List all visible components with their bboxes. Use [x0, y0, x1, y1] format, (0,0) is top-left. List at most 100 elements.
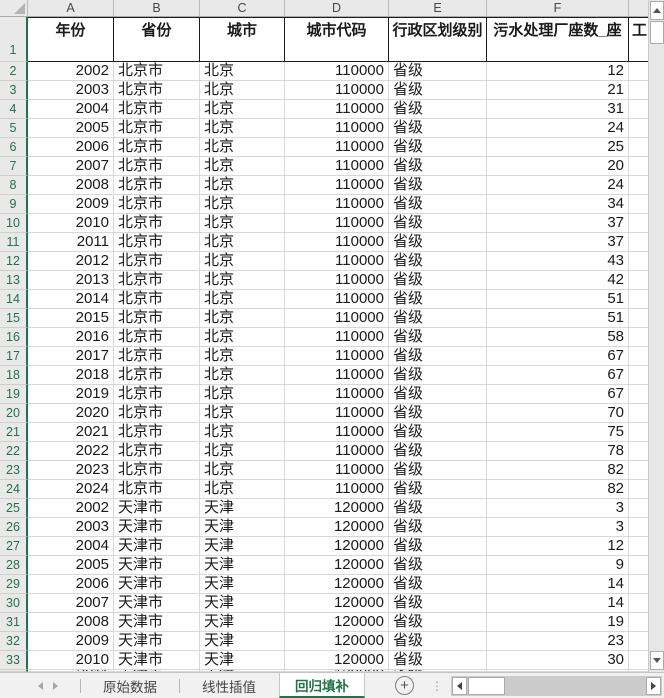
cell-province[interactable]: 北京市 — [114, 271, 200, 290]
cell-city[interactable]: 天津 — [200, 556, 285, 575]
cell-admlevel[interactable]: 省级 — [389, 632, 487, 651]
cell-partial[interactable] — [629, 499, 648, 518]
row-number[interactable]: 4 — [0, 100, 28, 119]
cell-province[interactable]: 北京市 — [114, 62, 200, 81]
horizontal-scrollbar[interactable] — [451, 675, 662, 696]
cell-partial[interactable] — [629, 670, 648, 672]
cell-admlevel[interactable]: 省级 — [389, 309, 487, 328]
cell-partial[interactable] — [629, 442, 648, 461]
cell-city[interactable]: 北京 — [200, 366, 285, 385]
cell-admlevel[interactable]: 省级 — [389, 461, 487, 480]
cell-city[interactable]: 天津 — [200, 594, 285, 613]
cell-province[interactable]: 北京市 — [114, 233, 200, 252]
column-header-g-partial[interactable] — [629, 0, 648, 16]
cell-city[interactable]: 北京 — [200, 423, 285, 442]
row-number[interactable]: 3 — [0, 81, 28, 100]
cell-citycode[interactable]: 120000 — [285, 499, 389, 518]
add-sheet-button[interactable]: + — [395, 676, 414, 695]
cell-plants[interactable]: 51 — [487, 290, 629, 309]
row-number[interactable]: 19 — [0, 385, 28, 404]
cell-plants[interactable]: 70 — [487, 404, 629, 423]
cell-plants[interactable]: 42 — [487, 271, 629, 290]
cell-city[interactable]: 北京 — [200, 480, 285, 499]
cell-year[interactable]: 2011 — [28, 670, 114, 672]
cell-partial[interactable] — [629, 81, 648, 100]
cell-year[interactable]: 2007 — [28, 594, 114, 613]
cell-plants[interactable]: 58 — [487, 328, 629, 347]
cell-province[interactable]: 北京市 — [114, 195, 200, 214]
row-number[interactable]: 29 — [0, 575, 28, 594]
cell-city[interactable]: 天津 — [200, 575, 285, 594]
row-number[interactable]: 17 — [0, 347, 28, 366]
cell-plants[interactable]: 3 — [487, 499, 629, 518]
cell-plants[interactable]: 12 — [487, 537, 629, 556]
cell-admlevel[interactable]: 省级 — [389, 138, 487, 157]
cell-plants[interactable]: 34 — [487, 195, 629, 214]
cell-citycode[interactable]: 110000 — [285, 480, 389, 499]
cell-plants[interactable]: 3 — [487, 518, 629, 537]
cell-plants[interactable]: 9 — [487, 556, 629, 575]
row-number[interactable]: 11 — [0, 233, 28, 252]
cell-admlevel[interactable]: 省级 — [389, 233, 487, 252]
cell-citycode[interactable]: 110000 — [285, 347, 389, 366]
cell-admlevel[interactable]: 省级 — [389, 442, 487, 461]
cell-city[interactable]: 北京 — [200, 347, 285, 366]
cell-citycode[interactable]: 110000 — [285, 461, 389, 480]
cell-city[interactable]: 北京 — [200, 328, 285, 347]
row-number[interactable]: 9 — [0, 195, 28, 214]
cell-province[interactable]: 北京市 — [114, 214, 200, 233]
row-number[interactable]: 12 — [0, 252, 28, 271]
cell-year[interactable]: 2015 — [28, 309, 114, 328]
cell-admlevel[interactable]: 省级 — [389, 176, 487, 195]
cell-plants[interactable]: 78 — [487, 442, 629, 461]
cell-year[interactable]: 2014 — [28, 290, 114, 309]
sheet-tab-linear-interpolation[interactable]: 线性插值 — [189, 673, 269, 698]
cell-year[interactable]: 2006 — [28, 575, 114, 594]
cell-year[interactable]: 2012 — [28, 252, 114, 271]
row-number[interactable]: 32 — [0, 632, 28, 651]
cell-year[interactable]: 2020 — [28, 404, 114, 423]
column-header-c[interactable]: C — [200, 0, 285, 16]
cell-citycode[interactable]: 110000 — [285, 328, 389, 347]
cell-plants[interactable]: 37 — [487, 214, 629, 233]
cell-plants[interactable] — [487, 670, 629, 672]
cell-citycode[interactable]: 120000 — [285, 537, 389, 556]
cell-plants[interactable]: 23 — [487, 632, 629, 651]
cell-plants[interactable]: 82 — [487, 461, 629, 480]
cell-partial[interactable] — [629, 613, 648, 632]
cell-city[interactable]: 北京 — [200, 176, 285, 195]
cell-admlevel[interactable]: 省级 — [389, 290, 487, 309]
cell-city[interactable]: 北京 — [200, 442, 285, 461]
cell-partial[interactable] — [629, 518, 648, 537]
cell-province-header[interactable]: 省份 — [114, 17, 200, 62]
cell-province[interactable]: 北京市 — [114, 423, 200, 442]
cell-plants[interactable]: 24 — [487, 176, 629, 195]
cell-province[interactable]: 北京市 — [114, 480, 200, 499]
next-sheet-icon[interactable] — [53, 681, 58, 690]
row-number[interactable]: 28 — [0, 556, 28, 575]
row-number[interactable]: 5 — [0, 119, 28, 138]
cell-plants[interactable]: 14 — [487, 575, 629, 594]
cell-partial[interactable] — [629, 556, 648, 575]
cell-citycode[interactable]: 110000 — [285, 290, 389, 309]
cell-partial[interactable] — [629, 62, 648, 81]
cell-citycode[interactable]: 110000 — [285, 100, 389, 119]
cell-partial[interactable] — [629, 138, 648, 157]
cell-citycode[interactable]: 120000 — [285, 651, 389, 670]
row-number[interactable]: 6 — [0, 138, 28, 157]
cell-city[interactable]: 北京 — [200, 290, 285, 309]
cell-plants[interactable]: 51 — [487, 309, 629, 328]
cell-plants[interactable]: 82 — [487, 480, 629, 499]
row-number[interactable]: 16 — [0, 328, 28, 347]
row-number[interactable]: 27 — [0, 537, 28, 556]
cell-province[interactable]: 北京市 — [114, 290, 200, 309]
cell-province[interactable]: 天津市 — [114, 575, 200, 594]
cell-admlevel[interactable]: 省级 — [389, 575, 487, 594]
row-number[interactable]: 2 — [0, 62, 28, 81]
cell-citycode[interactable]: 110000 — [285, 119, 389, 138]
cell-citycode[interactable]: 120000 — [285, 613, 389, 632]
cell-province[interactable]: 北京市 — [114, 119, 200, 138]
cell-citycode[interactable]: 110000 — [285, 271, 389, 290]
cell-admlevel-header[interactable]: 行政区划级别 — [389, 17, 487, 62]
cell-admlevel[interactable]: 省级 — [389, 613, 487, 632]
